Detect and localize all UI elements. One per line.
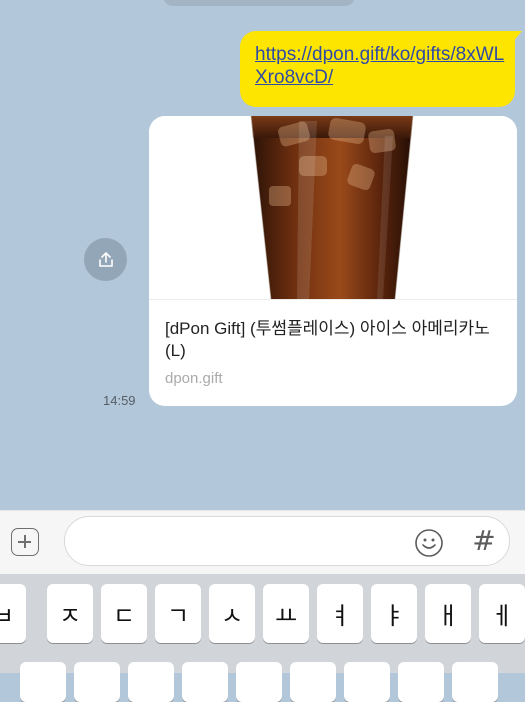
key-row2[interactable] [182, 662, 228, 702]
my-message-bubble: https://dpon.gift/ko/gifts/8xWLXro8vcD/ [240, 31, 522, 107]
key-row2[interactable] [20, 662, 66, 702]
share-icon [98, 251, 113, 267]
smiley-icon [415, 529, 443, 557]
date-divider-pill [163, 0, 355, 6]
key-row2[interactable] [74, 662, 120, 702]
key-row2[interactable] [452, 662, 498, 702]
key-4[interactable]: ㄱ [155, 584, 201, 643]
key-7[interactable]: ㅕ [317, 584, 363, 643]
key-6[interactable]: ㅛ [263, 584, 309, 643]
key-row2[interactable] [128, 662, 174, 702]
key-row2[interactable] [290, 662, 336, 702]
link-preview-card[interactable]: [dPon Gift] (투썸플레이스) 아이스 아메리카노(L) dpon.g… [149, 116, 517, 406]
key-8[interactable]: ㅑ [371, 584, 417, 643]
key-9[interactable]: ㅐ [425, 584, 471, 643]
key-1[interactable]: ㅂ [0, 584, 26, 643]
input-bar [0, 510, 525, 575]
emoji-button[interactable] [414, 528, 444, 558]
key-row2[interactable] [236, 662, 282, 702]
card-domain: dpon.gift [165, 370, 223, 387]
key-row2[interactable] [398, 662, 444, 702]
add-attachment-button[interactable] [11, 528, 39, 556]
key-5[interactable]: ㅅ [209, 584, 255, 643]
key-10[interactable]: ㅔ [479, 584, 525, 643]
share-button[interactable] [84, 238, 127, 281]
key-3[interactable]: ㄷ [101, 584, 147, 643]
message-timestamp: 14:59 [103, 393, 136, 408]
key-2[interactable]: ㅈ [47, 584, 93, 643]
hashtag-button[interactable]: # [470, 524, 498, 557]
message-link[interactable]: https://dpon.gift/ko/gifts/8xWLXro8vcD/ [255, 43, 505, 89]
card-title: [dPon Gift] (투썸플레이스) 아이스 아메리카노(L) [165, 319, 490, 360]
korean-keyboard: ㅂ ㅈ ㄷ ㄱ ㅅ ㅛ ㅕ ㅑ ㅐ ㅔ [0, 574, 525, 702]
bubble-tail [512, 31, 522, 43]
key-row2[interactable] [344, 662, 390, 702]
iced-americano-image [149, 116, 517, 301]
